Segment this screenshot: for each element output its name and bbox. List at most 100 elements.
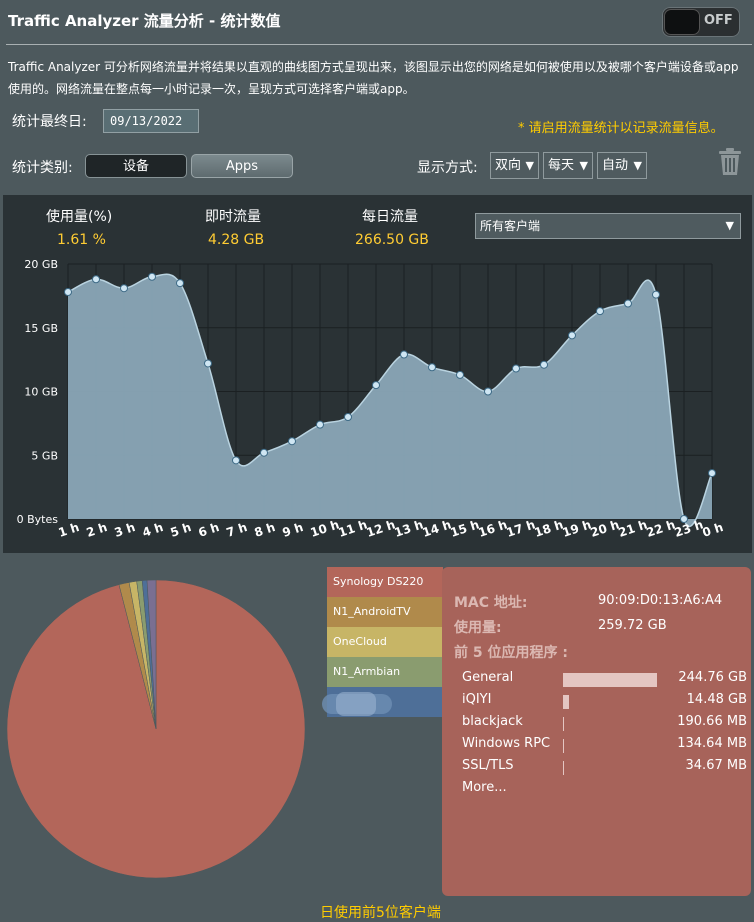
data-point	[512, 364, 520, 373]
legend-item-n1-androidtv[interactable]: N1_AndroidTV	[327, 597, 443, 627]
top-clients-pie-chart	[6, 579, 306, 879]
data-point	[596, 307, 604, 316]
x-tick-label: 20 h	[589, 517, 621, 539]
legend-item-synology[interactable]: Synology DS220	[327, 567, 443, 597]
mac-address-value: 90:09:D0:13:A6:A4	[598, 593, 723, 608]
x-tick-label: 23 h	[673, 517, 705, 539]
data-point	[204, 359, 212, 368]
app-name: Windows RPC	[462, 736, 551, 751]
scale-select-value: 自动	[602, 158, 629, 173]
y-tick-label: 5 GB	[31, 449, 58, 462]
client-usage-value: 259.72 GB	[598, 618, 667, 633]
x-tick-label: 6 h	[197, 520, 221, 540]
x-tick-label: 5 h	[169, 520, 193, 540]
data-point	[260, 448, 268, 457]
usage-percent-value: 1.61 %	[57, 232, 106, 248]
more-apps-link[interactable]: More...	[462, 780, 507, 795]
title-bar: Traffic Analyzer 流量分析 - 统计数值 OFF	[0, 0, 754, 42]
app-name: iQIYI	[462, 692, 492, 707]
x-tick-label: 1 h	[57, 520, 81, 540]
data-point	[484, 387, 492, 396]
daily-traffic-label: 每日流量	[362, 209, 418, 225]
x-tick-label: 8 h	[253, 520, 277, 540]
app-name: blackjack	[462, 714, 523, 729]
client-filter-select[interactable]: 所有客户端 ▼	[475, 213, 741, 239]
x-tick-label: 22 h	[645, 517, 677, 539]
period-select-value: 每天	[548, 158, 575, 173]
data-point	[120, 284, 128, 293]
x-tick-label: 4 h	[141, 520, 165, 540]
app-row: blackjack 190.66 MB	[462, 714, 747, 734]
direction-select[interactable]: 双向 ▼	[490, 152, 539, 179]
app-size: 34.67 MB	[685, 758, 747, 773]
chevron-down-icon: ▼	[579, 159, 588, 172]
data-point	[540, 360, 548, 369]
data-point	[652, 290, 660, 299]
data-point	[624, 299, 632, 308]
realtime-traffic-value: 4.28 GB	[208, 232, 265, 248]
x-tick-label: 3 h	[113, 520, 137, 540]
traffic-stat-notice: * 请启用流量统计以记录流量信息。	[518, 121, 724, 136]
x-tick-label: 15 h	[449, 517, 481, 539]
data-point	[568, 331, 576, 340]
app-usage-bar	[563, 673, 657, 687]
data-point	[316, 420, 324, 429]
toggle-knob[interactable]	[664, 9, 700, 35]
pie-chart-title: 日使用前5位客户端	[320, 905, 441, 921]
category-apps-button[interactable]: Apps	[191, 154, 293, 178]
chevron-down-icon: ▼	[525, 159, 534, 172]
data-point	[288, 437, 296, 446]
data-point	[64, 288, 72, 297]
legend-item-n1-armbian[interactable]: N1_Armbian	[327, 657, 443, 687]
trash-icon[interactable]	[716, 146, 744, 176]
daily-traffic-value: 266.50 GB	[355, 232, 429, 248]
app-size: 134.64 MB	[677, 736, 747, 751]
period-select[interactable]: 每天 ▼	[543, 152, 593, 179]
category-devices-button[interactable]: 设备	[85, 154, 187, 178]
legend-item-onecloud[interactable]: OneCloud	[327, 627, 443, 657]
app-usage-bar	[563, 717, 564, 731]
data-point	[372, 381, 380, 390]
app-row: iQIYI 14.48 GB	[462, 692, 747, 712]
toggle-state-label: OFF	[704, 13, 733, 28]
data-point	[92, 275, 100, 284]
end-date-label: 统计最终日:	[12, 114, 87, 130]
client-info-card: MAC 地址: 90:09:D0:13:A6:A4 使用量: 259.72 GB…	[442, 567, 751, 896]
data-point	[456, 370, 464, 379]
app-usage-bar	[563, 695, 569, 709]
x-tick-label: 18 h	[533, 517, 565, 539]
app-name: General	[462, 670, 514, 685]
client-usage-label: 使用量:	[454, 620, 502, 636]
realtime-traffic-label: 即时流量	[205, 209, 261, 225]
mac-address-label: MAC 地址:	[454, 595, 528, 611]
traffic-area-fill	[68, 274, 712, 527]
scale-select[interactable]: 自动 ▼	[597, 152, 647, 179]
traffic-area-chart: 0 Bytes 5 GB 10 GB 15 GB 20 GB 1 h2 h3 h4 h5 …	[17, 258, 725, 540]
app-size: 244.76 GB	[678, 670, 747, 685]
x-tick-label: 11 h	[337, 517, 369, 539]
data-point	[344, 413, 352, 421]
app-name: SSL/TLS	[462, 758, 514, 773]
data-point	[708, 469, 716, 478]
top-apps-label: 前 5 位应用程序 :	[454, 645, 568, 661]
data-point	[232, 456, 240, 465]
app-row: General 244.76 GB	[462, 670, 747, 690]
x-tick-label: 19 h	[561, 517, 593, 539]
client-filter-value: 所有客户端	[480, 219, 541, 233]
y-tick-label: 0 Bytes	[17, 513, 59, 526]
page-description: Traffic Analyzer 可分析网络流量并将结果以直观的曲线图方式呈现出…	[8, 60, 739, 96]
category-label: 统计类别:	[12, 160, 73, 176]
data-point	[400, 350, 408, 359]
title-divider	[6, 44, 752, 45]
x-tick-label: 14 h	[421, 517, 453, 539]
usage-percent-label: 使用量(%)	[46, 209, 113, 225]
chevron-down-icon: ▼	[725, 219, 734, 232]
y-tick-label: 10 GB	[24, 386, 58, 399]
end-date-input[interactable]	[103, 109, 199, 133]
traffic-analyzer-toggle[interactable]: OFF	[662, 7, 740, 37]
app-size: 14.48 GB	[686, 692, 747, 707]
data-point	[176, 279, 184, 288]
x-tick-label: 17 h	[505, 517, 537, 539]
data-point	[148, 272, 156, 281]
x-tick-label: 21 h	[617, 517, 649, 539]
